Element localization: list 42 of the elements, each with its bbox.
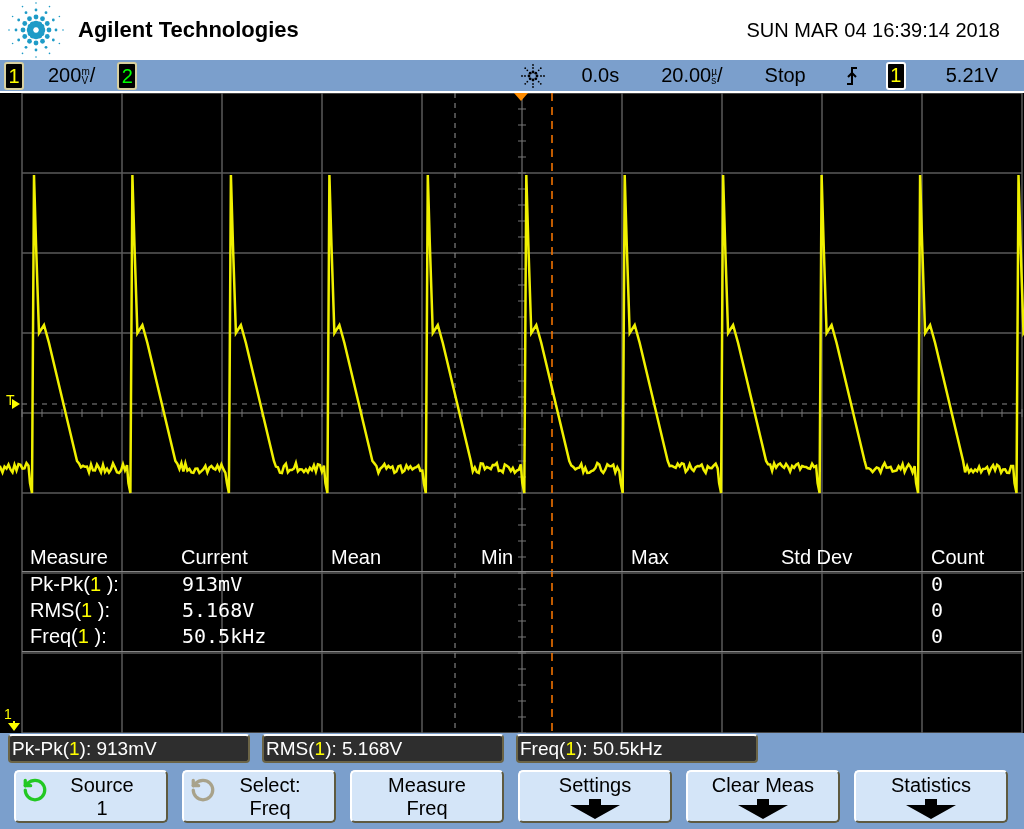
ground-level-marker: 1 [4,707,12,721]
acquisition-icon [521,63,546,88]
softkey[interactable]: Source 1 [14,770,168,823]
trigger-level-marker: T [6,393,15,407]
table-cell-text: 0 [930,572,945,598]
softkey[interactable]: Settings [518,770,672,823]
softkey[interactable]: Measure Freq [350,770,504,823]
brand-name: Agilent Technologies [78,17,299,43]
run-state: Stop [764,64,806,87]
trigger-level: 5.21V [945,64,998,87]
measurement-readout: Pk-Pk(1): 913mV [8,734,250,763]
column-header: Measure [22,545,173,572]
down-arrow-icon [738,799,788,819]
measurement-name: RMS(1 ): [29,598,111,623]
channel-indicator[interactable]: 2 [117,61,138,90]
column-header: Count [923,545,1024,572]
column-header: Max [623,545,773,572]
trigger-source[interactable]: 1 [885,61,906,90]
softkey[interactable]: Statistics [854,770,1008,823]
measurement-name: Pk-Pk(1 ): [29,572,120,597]
measurement-name: Freq(1 ): [29,624,108,649]
table-cell-text: 0 [930,624,945,650]
measurement-readout: RMS(1): 5.168V [262,734,504,763]
down-arrow-icon [906,799,956,819]
rising-edge-icon [845,66,858,85]
measurement-readout: Freq(1): 50.5kHz [516,734,758,763]
ground-arrow-icon [8,721,20,731]
channel-indicator[interactable]: 1 [4,61,24,90]
table-cell-text: 913mV [181,572,244,598]
delay-readout: 0.0s [581,64,620,87]
softkey[interactable]: Select: Freq [182,770,336,823]
softkey[interactable]: Clear Meas [686,770,840,823]
date-time: SUN MAR 04 16:39:14 2018 [746,18,1000,42]
table-cell-text: 5.168V [181,598,256,624]
column-header: Mean [323,545,473,572]
table-cell-text: 50.5kHz [181,624,268,650]
down-arrow-icon [570,799,620,819]
column-header: Current [173,545,323,572]
column-header: Min [473,545,623,572]
table-cell-text: 0 [930,598,945,624]
logo-icon [8,2,64,58]
column-header: Std Dev [773,545,923,572]
